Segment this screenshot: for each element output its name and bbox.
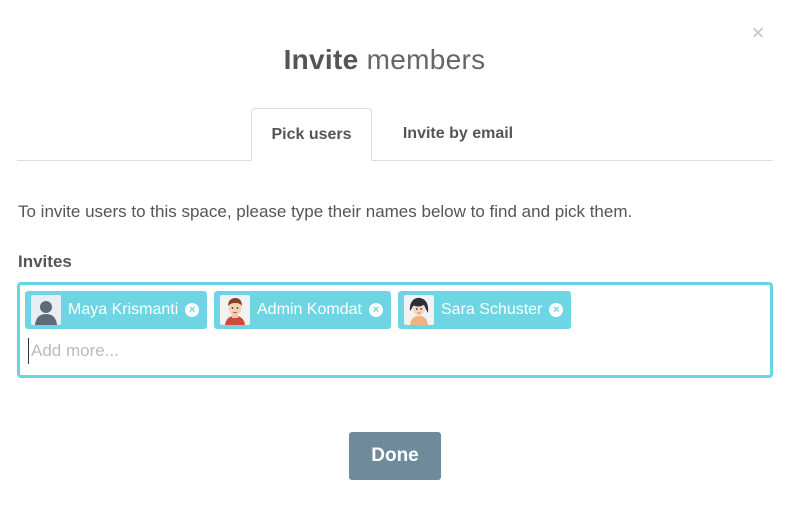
tab-bar: Pick users Invite by email — [17, 108, 773, 161]
male-user-avatar-icon — [220, 295, 250, 325]
close-icon[interactable]: × — [749, 22, 767, 44]
invite-chip: Maya Krismanti × — [25, 291, 208, 329]
default-user-avatar-icon — [31, 295, 61, 325]
done-button[interactable]: Done — [349, 432, 441, 480]
title-light: members — [366, 44, 486, 75]
remove-chip-icon[interactable]: × — [368, 303, 383, 317]
tab-pick-users[interactable]: Pick users — [251, 108, 372, 161]
invite-chip-name: Sara Schuster — [441, 301, 543, 318]
invite-members-dialog: × Invite members Pick users Invite by em… — [0, 0, 789, 518]
instructions-text: To invite users to this space, please ty… — [18, 202, 633, 221]
title-strong: Invite — [283, 44, 359, 75]
invite-chip: Sara Schuster × — [398, 291, 572, 329]
dialog-title: Invite members — [0, 44, 769, 76]
add-more-input[interactable] — [28, 338, 731, 364]
invite-chip-name: Admin Komdat — [257, 301, 362, 318]
invites-field[interactable]: Maya Krismanti × Admin Komdat × Sara Sch… — [17, 282, 773, 378]
invites-label: Invites — [18, 252, 72, 271]
invite-chip-name: Maya Krismanti — [68, 301, 179, 318]
female-user-avatar-icon — [404, 295, 434, 325]
remove-chip-icon[interactable]: × — [185, 303, 200, 317]
invite-chip: Admin Komdat × — [214, 291, 391, 329]
tab-invite-by-email[interactable]: Invite by email — [387, 108, 529, 160]
remove-chip-icon[interactable]: × — [549, 303, 564, 317]
